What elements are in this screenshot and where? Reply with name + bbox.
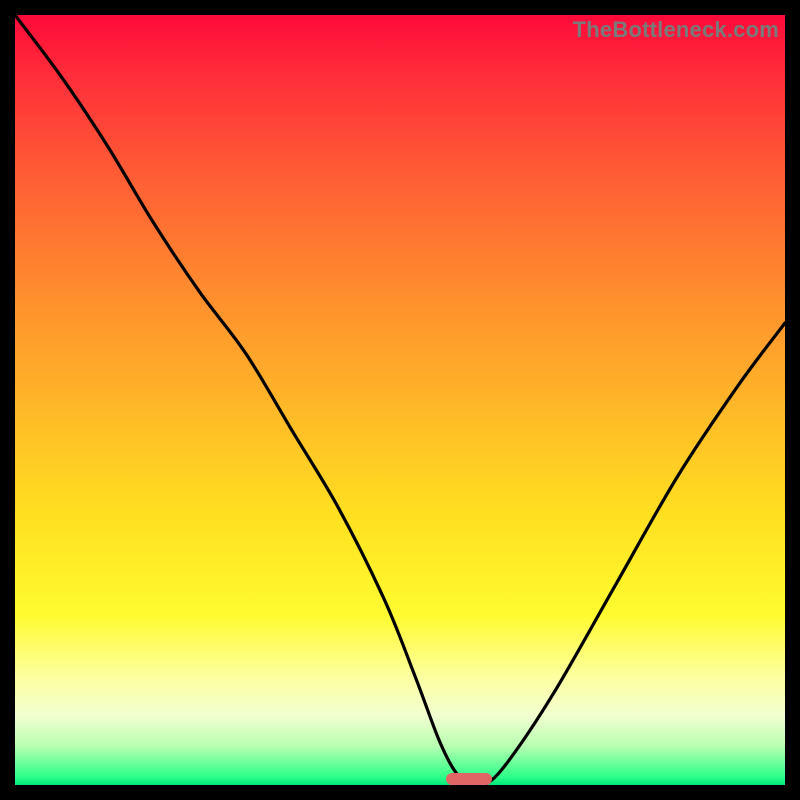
chart-frame: TheBottleneck.com [0,0,800,800]
bottleneck-curve [15,15,785,785]
curve-path [15,15,785,785]
plot-area: TheBottleneck.com [15,15,785,785]
optimal-zone-marker [446,773,492,785]
